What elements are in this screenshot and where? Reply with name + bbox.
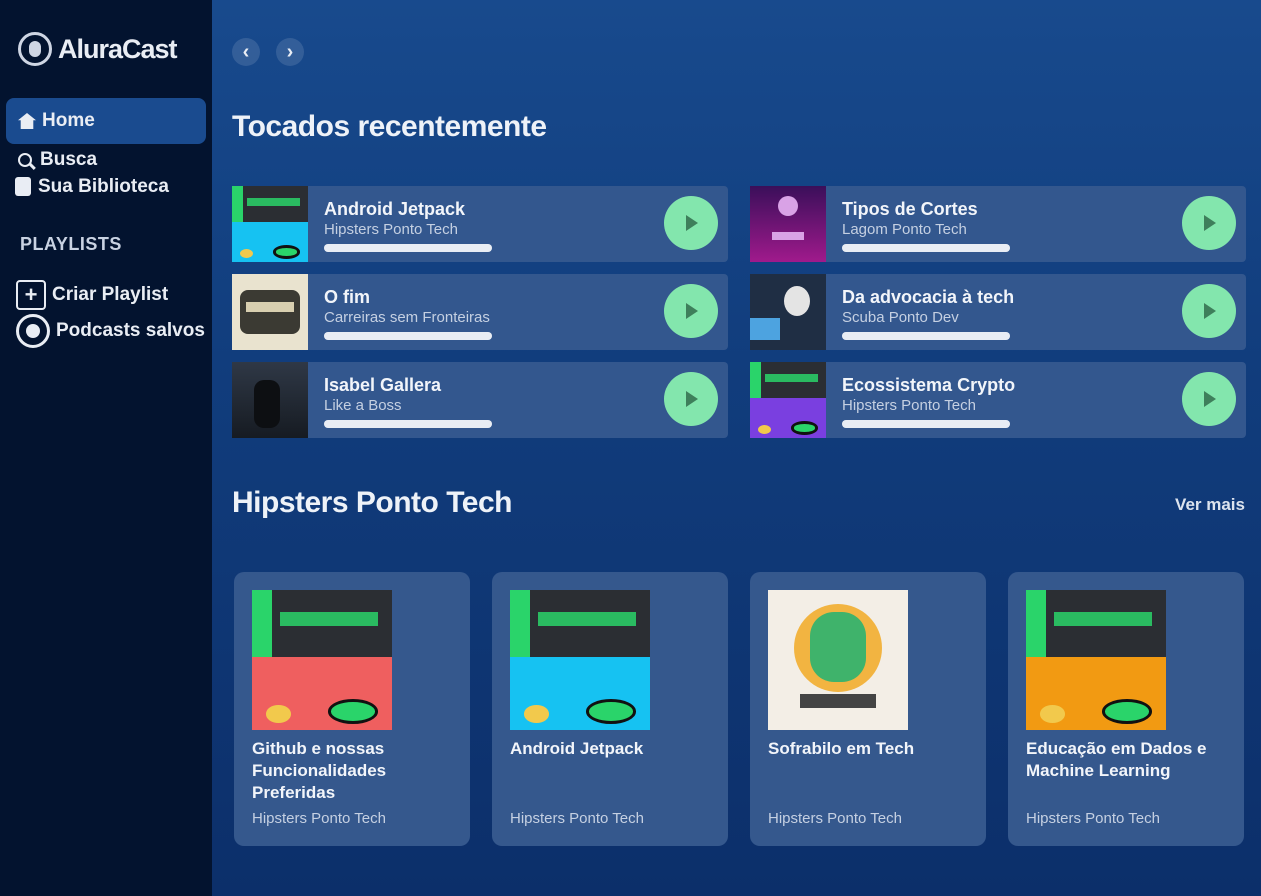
main-content: ‹ › Tocados recentemente Android Jetpack…: [212, 0, 1261, 896]
playlists-heading: PLAYLISTS: [20, 234, 122, 254]
nav-search-label: Busca: [40, 148, 98, 170]
card-title: Android Jetpack: [510, 739, 644, 758]
recent-item[interactable]: Tipos de Cortes Lagom Ponto Tech: [750, 186, 1246, 262]
nav-library[interactable]: Sua Biblioteca: [6, 173, 206, 200]
saved-podcasts-label: Podcasts salvos: [56, 320, 205, 341]
podcast-card[interactable]: Educação em Dados e Machine Learning Hip…: [1008, 572, 1244, 846]
recent-item[interactable]: Isabel Gallera Like a Boss: [232, 362, 728, 438]
card-title: Sofrabilo em Tech: [768, 739, 915, 758]
progress-bar: [842, 420, 1010, 428]
chevron-right-icon: ›: [286, 40, 294, 63]
play-button[interactable]: [664, 284, 718, 338]
episode-cover: [750, 274, 826, 350]
progress-bar: [842, 332, 1010, 340]
card-subtitle: Hipsters Ponto Tech: [768, 810, 902, 827]
progress-bar: [842, 244, 1010, 252]
podcast-card[interactable]: Sofrabilo em Tech Hipsters Ponto Tech: [750, 572, 986, 846]
saved-icon: [16, 314, 50, 348]
progress-bar: [324, 244, 492, 252]
episode-title: O fim: [324, 287, 371, 307]
nav-home[interactable]: Home: [6, 98, 206, 144]
podcast-name: Carreiras sem Fronteiras: [324, 309, 490, 326]
saved-podcasts-button[interactable]: Podcasts salvos: [16, 314, 205, 348]
app-logo[interactable]: AluraCast: [18, 32, 178, 66]
card-title: Educação em Dados e Machine Learning: [1026, 739, 1207, 780]
episode-cover: [1026, 590, 1166, 730]
search-icon: [16, 151, 34, 169]
progress-bar: [324, 332, 492, 340]
episode-title: Isabel Gallera: [324, 375, 442, 395]
play-button[interactable]: [1182, 284, 1236, 338]
recent-item[interactable]: Android Jetpack Hipsters Ponto Tech: [232, 186, 728, 262]
podcast-name: Like a Boss: [324, 397, 402, 414]
sidebar: AluraCast Home Busca Sua Biblioteca PLAY…: [0, 0, 212, 896]
episode-title: Da advocacia à tech: [842, 287, 1015, 307]
play-button[interactable]: [664, 372, 718, 426]
episode-cover: [768, 590, 908, 730]
create-playlist-button[interactable]: + Criar Playlist: [16, 280, 168, 310]
recent-item[interactable]: Da advocacia à tech Scuba Ponto Dev: [750, 274, 1246, 350]
episode-cover: [232, 186, 308, 262]
forward-button[interactable]: ›: [276, 38, 304, 66]
chevron-left-icon: ‹: [242, 40, 250, 63]
episode-cover: [750, 186, 826, 262]
nav-library-label: Sua Biblioteca: [38, 175, 169, 197]
progress-bar: [324, 420, 492, 428]
main-nav: Home Busca Sua Biblioteca: [6, 98, 206, 200]
library-icon: [14, 177, 32, 196]
episode-cover: [252, 590, 392, 730]
nav-home-label: Home: [42, 110, 95, 131]
podcast-name: Lagom Ponto Tech: [842, 221, 967, 238]
card-title: Github e nossas Funcionalidades Preferid…: [252, 739, 387, 802]
home-icon: [18, 112, 36, 130]
podcast-name: Hipsters Ponto Tech: [842, 397, 976, 414]
recent-item[interactable]: O fim Carreiras sem Fronteiras: [232, 274, 728, 350]
card-subtitle: Hipsters Ponto Tech: [252, 810, 386, 827]
episode-cover: [232, 362, 308, 438]
create-playlist-label: Criar Playlist: [52, 284, 169, 305]
card-subtitle: Hipsters Ponto Tech: [510, 810, 644, 827]
recent-item[interactable]: Ecossistema Crypto Hipsters Ponto Tech: [750, 362, 1246, 438]
logo-text: AluraCast: [58, 33, 178, 64]
play-button[interactable]: [664, 196, 718, 250]
episode-cover: [232, 274, 308, 350]
episode-cover: [750, 362, 826, 438]
recent-heading: Tocados recentemente: [232, 110, 547, 143]
plus-icon: +: [16, 280, 46, 310]
see-more-link[interactable]: Ver mais: [1175, 495, 1245, 515]
podcast-name: Hipsters Ponto Tech: [324, 221, 458, 238]
back-button[interactable]: ‹: [232, 38, 260, 66]
card-subtitle: Hipsters Ponto Tech: [1026, 810, 1160, 827]
podcast-card[interactable]: Github e nossas Funcionalidades Preferid…: [234, 572, 470, 846]
episode-title: Tipos de Cortes: [842, 199, 978, 219]
podcast-card[interactable]: Android Jetpack Hipsters Ponto Tech: [492, 572, 728, 846]
hipsters-heading: Hipsters Ponto Tech: [232, 486, 512, 519]
microphone-icon: [18, 32, 52, 66]
episode-title: Android Jetpack: [324, 199, 466, 219]
podcast-name: Scuba Ponto Dev: [842, 309, 959, 326]
episode-title: Ecossistema Crypto: [842, 375, 1016, 395]
play-button[interactable]: [1182, 372, 1236, 426]
nav-search[interactable]: Busca: [6, 146, 206, 173]
play-button[interactable]: [1182, 196, 1236, 250]
episode-cover: [510, 590, 650, 730]
